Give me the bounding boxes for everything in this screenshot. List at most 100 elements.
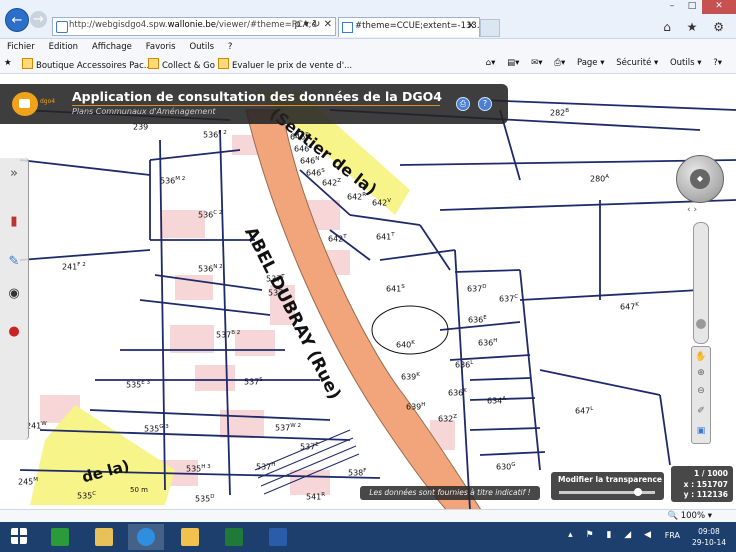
cadastral-map[interactable]: ABEL DUBRAY (Rue) (Sentier de la) de la)… [0,74,736,523]
parcel-label: 537B 2 [216,330,241,340]
parcel-label: 538F [348,468,367,478]
address-tools[interactable]: ρ ▾ ↻ ✕ [294,19,332,30]
favorite-item[interactable]: Evaluer le prix de vente d'... [218,58,352,71]
taskbar-word[interactable] [260,524,296,550]
app-subtitle: Plans Communaux d'Aménagement [72,107,216,116]
help-icon[interactable]: ?▾ [713,58,722,68]
window-controls: – □ ✕ [662,0,736,14]
language-indicator[interactable]: FRA [665,531,680,540]
parcel-label: 646P [290,132,309,142]
zoom-level[interactable]: 🔍 100% ▾ [667,511,712,521]
measure-icon[interactable]: ✎ [6,254,22,270]
binoculars-icon[interactable]: ◉ [6,286,22,302]
parcel-label: 536M 2 [160,176,186,186]
home-favorites-settings-icons[interactable]: ⌂ ★ ⚙ [663,20,730,34]
parcel-label: 640K [396,340,415,350]
tab-close-button[interactable]: × [467,20,475,31]
taskbar-outlook[interactable] [172,524,208,550]
folder-icon [95,528,113,546]
minimize-button[interactable]: – [662,0,682,14]
parcel-label: 632Z [438,414,458,424]
favorites-star-icon[interactable]: ★ [4,58,12,68]
pencil-icon[interactable]: ✐ [695,405,707,417]
mail-icon[interactable]: ✉▾ [531,58,542,68]
print-icon[interactable]: ⎙ [456,97,470,111]
favorite-icon [148,58,159,69]
parcel-label: 642R [347,192,367,202]
status-bar: 🔍 100% ▾ [0,509,736,523]
parcel-label: 647K [620,302,639,312]
new-tab-button[interactable] [480,19,500,37]
info-icon[interactable]: ● [6,324,22,340]
help-icon[interactable]: ? [478,97,492,111]
taskbar-ie[interactable] [128,524,164,550]
print-map-icon[interactable]: ▣ [695,425,707,437]
zoom-in-icon[interactable]: ⊕ [695,367,707,379]
arrow-left-icon: ← [11,12,23,28]
zoom-slider[interactable] [693,222,709,344]
layers-book-icon[interactable]: ▮ [6,214,22,230]
scale-value: 1 / 1000 [693,469,728,478]
favorite-icon [218,58,229,69]
map-drawing [19,92,736,523]
menu-fichier[interactable]: Fichier [7,39,35,55]
feeds-icon[interactable]: ▤▾ [507,58,519,68]
address-url[interactable]: http://webgisdgo4.spw.wallonie.be/viewer… [69,20,317,30]
menu-help[interactable]: ? [228,39,233,55]
zoom-slider-knob[interactable] [696,319,706,329]
parcel-label: 637D [467,284,487,294]
windows-logo-icon [11,528,27,544]
right-toolbar: ✋ ⊕ ⊖ ✐ ▣ [691,346,711,444]
cmd-security[interactable]: Sécurité ▾ [616,58,658,68]
start-button[interactable] [4,524,34,550]
parcel-label: 630G [496,462,516,472]
maximize-button[interactable]: □ [682,0,702,14]
taskbar-excel[interactable] [216,524,252,550]
address-bar[interactable]: http://webgisdgo4.spw.wallonie.be/viewer… [52,17,336,36]
favorite-item[interactable]: Collect & Go [148,58,215,71]
cmd-page[interactable]: Page ▾ [577,58,605,68]
parcel-label: 536F 2 [203,130,227,140]
parcel-label: 537T [266,274,285,284]
menu-outils[interactable]: Outils [189,39,214,55]
parcel-label: 537H [256,462,276,472]
cmd-tools[interactable]: Outils ▾ [670,58,702,68]
taskbar-store[interactable] [42,524,78,550]
clock[interactable]: 09:08 29-10-14 [692,526,726,548]
home-icon[interactable]: ⌂▾ [486,58,496,68]
print-icon[interactable]: ⎙▾ [554,58,565,68]
word-icon [269,528,287,546]
excel-icon [225,528,243,546]
hand-icon[interactable]: ✋ [695,351,707,363]
back-button[interactable]: ← [5,8,29,32]
forward-button[interactable]: → [30,11,47,28]
parcel-label: 642Z [322,178,342,188]
favorite-item[interactable]: Boutique Accessoires Pac... [22,58,152,71]
transparency-knob[interactable] [633,488,642,496]
store-icon [51,528,69,546]
system-tray[interactable]: ▴ ⚑ ▮ ◢ ◀ [568,530,656,540]
clock-time: 09:08 [698,527,720,536]
page-icon [56,21,68,33]
menu-edition[interactable]: Edition [49,39,78,55]
parcel-label: 535D [195,494,215,504]
scale-coordinates-box: 1 / 1000 x : 151707 y : 112136 [671,466,733,502]
close-window-button[interactable]: ✕ [702,0,736,14]
pan-control[interactable]: ◆ [676,155,724,203]
tab-title: #theme=CCUE;extent=-133... [355,21,485,31]
browser-title-bar: ← → http://webgisdgo4.spw.wallonie.be/vi… [0,0,736,39]
expand-panel-icon[interactable]: » [6,166,22,182]
favorites-bar: ★ Boutique Accessoires Pac... Collect & … [0,55,736,74]
transparency-label: Modifier la transparence [558,475,662,484]
zoom-extents-icon[interactable]: ‹ › [687,205,697,215]
favorite-icon [22,58,33,69]
menu-favoris[interactable]: Favoris [146,39,176,55]
taskbar-explorer[interactable] [86,524,122,550]
zoom-out-icon[interactable]: ⊖ [695,385,707,397]
parcel-label: 647L [575,406,594,416]
tab-active[interactable]: #theme=CCUE;extent=-133... × [338,17,485,37]
parcel-label: 541R [306,492,326,502]
menu-affichage[interactable]: Affichage [92,39,132,55]
pan-center-icon[interactable]: ◆ [690,169,710,189]
parcel-label: 536C 2 [198,210,223,220]
